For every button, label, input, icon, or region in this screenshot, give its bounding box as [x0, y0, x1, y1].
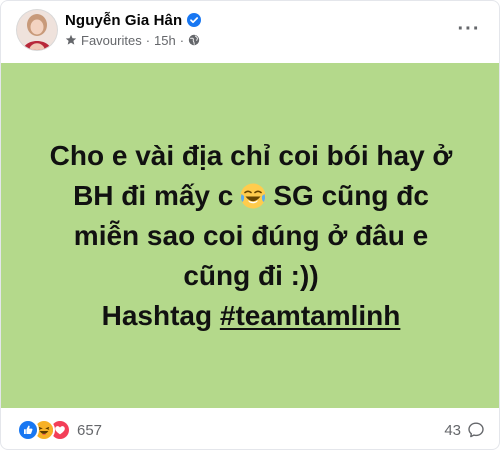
post-header: Nguyễn Gia Hân Favourites · 15h · ···: [1, 1, 499, 63]
author-row: Nguyễn Gia Hân: [65, 10, 202, 30]
author-avatar[interactable]: [17, 10, 57, 50]
post-text-line-2b: SG cũng đc: [273, 179, 429, 211]
post-footer: 657 43: [1, 408, 499, 449]
post-text-line-2a: BH đi mấy c: [73, 179, 234, 211]
laughing-crying-emoji-icon: [239, 181, 267, 209]
avatar-image: [17, 10, 57, 50]
more-options-icon: ···: [457, 18, 481, 40]
author-name[interactable]: Nguyễn Gia Hân: [65, 12, 182, 29]
verified-badge-icon: [187, 13, 202, 27]
facebook-post: Nguyễn Gia Hân Favourites · 15h · ··· Ch…: [0, 0, 500, 450]
more-options-button[interactable]: ···: [451, 11, 487, 47]
star-icon: [65, 34, 77, 45]
like-reaction-icon: [17, 419, 39, 441]
reactions-summary[interactable]: 657: [17, 419, 103, 441]
comments-summary[interactable]: 43: [444, 420, 485, 440]
globe-icon[interactable]: [188, 34, 200, 46]
meta-separator-2: ·: [179, 32, 185, 48]
post-meta: Favourites · 15h ·: [65, 32, 200, 48]
comment-icon: [468, 422, 484, 438]
post-text: Cho e vài địa chỉ coi bói hay ở BH đi mấ…: [31, 136, 471, 336]
post-text-line-2: BH đi mấy c SG cũng đc: [31, 176, 471, 216]
post-text-line-4: cũng đi :)): [183, 259, 319, 291]
hashtag-prefix: Hashtag: [101, 299, 220, 331]
favourites-label[interactable]: Favourites: [81, 33, 142, 48]
post-content: Cho e vài địa chỉ coi bói hay ở BH đi mấ…: [1, 63, 499, 408]
comments-count: 43: [444, 421, 461, 439]
meta-separator: ·: [145, 32, 151, 48]
post-text-line-1: Cho e vài địa chỉ coi bói hay ở: [49, 139, 453, 171]
reactions-count: 657: [77, 421, 103, 439]
post-timestamp[interactable]: 15h: [154, 33, 176, 48]
hashtag-link[interactable]: #teamtamlinh: [220, 300, 401, 331]
post-text-line-5: Hashtag #teamtamlinh: [31, 296, 471, 336]
post-text-line-3: miễn sao coi đúng ở đâu e: [73, 219, 429, 251]
